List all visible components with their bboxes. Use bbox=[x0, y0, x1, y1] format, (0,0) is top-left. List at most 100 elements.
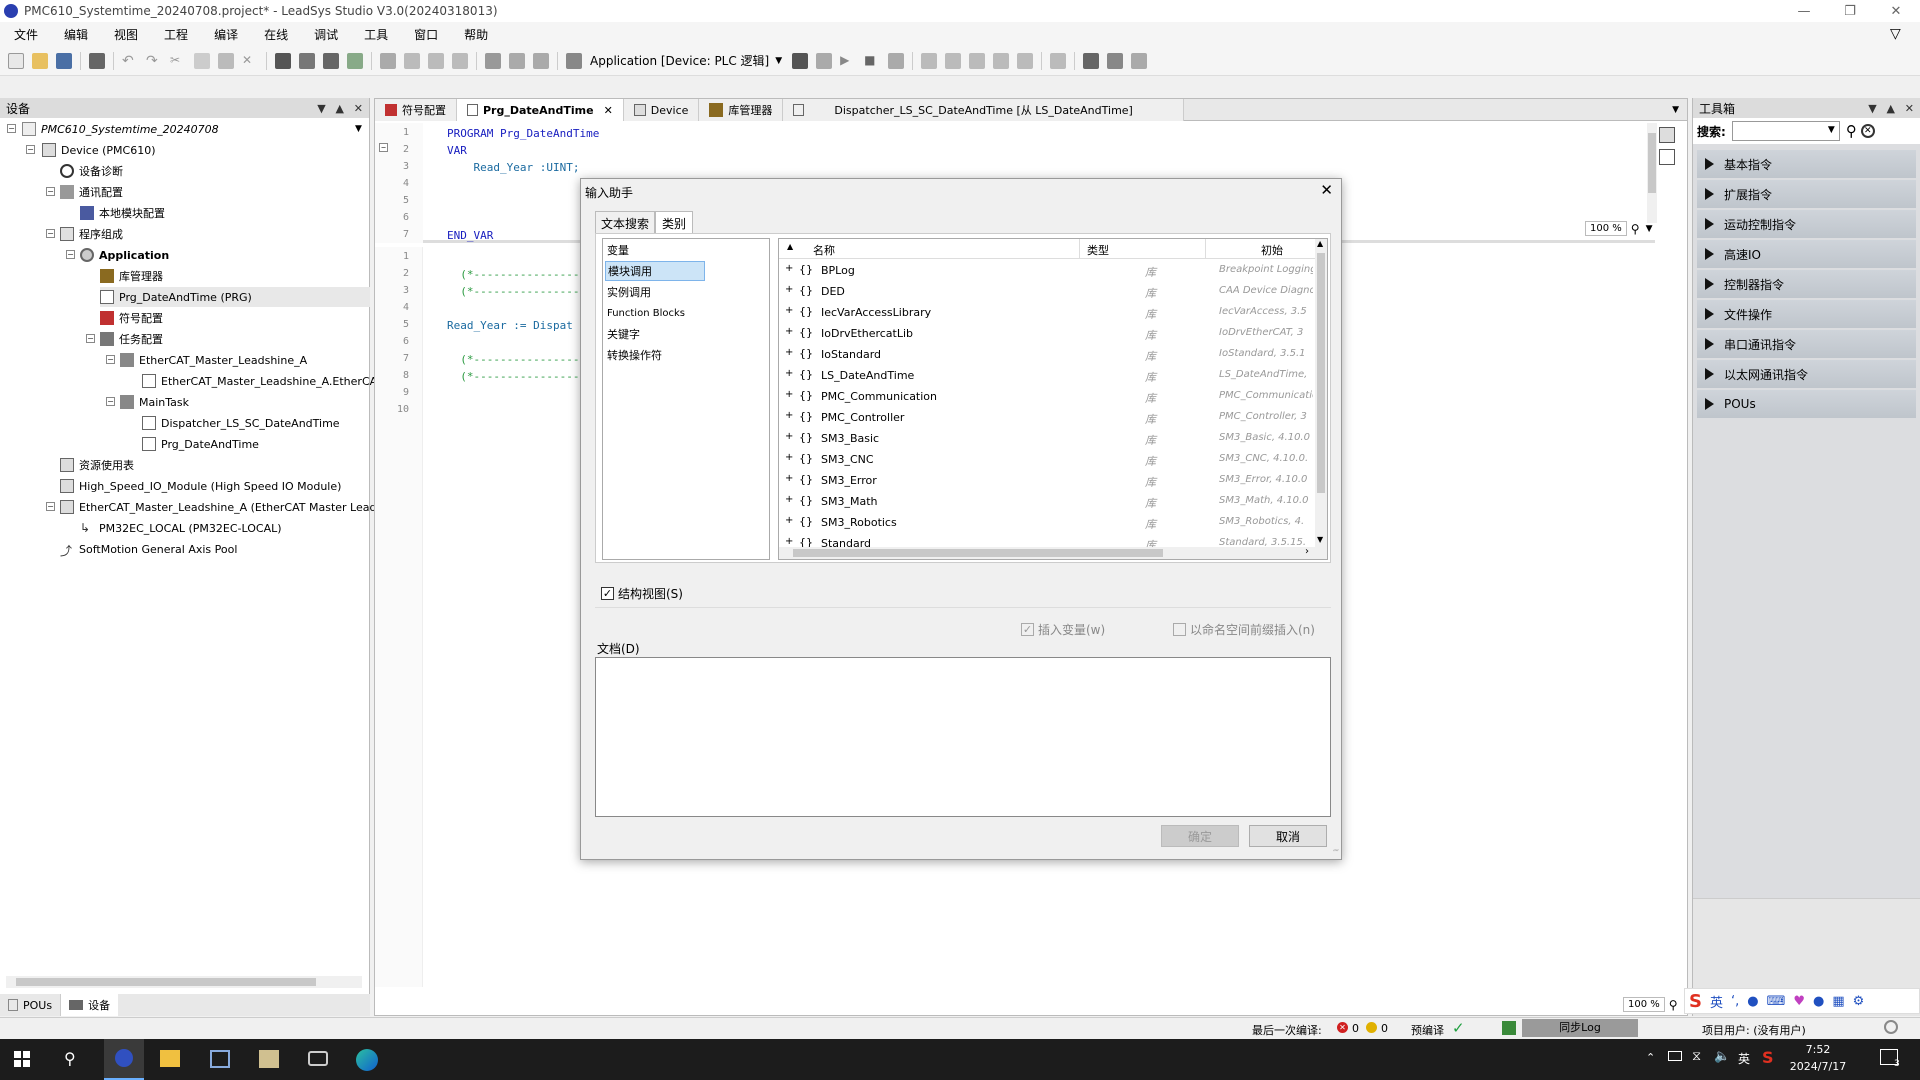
search-input[interactable]: ▼ bbox=[1731, 121, 1840, 141]
table-row[interactable]: + {} SM3_Basic 库 SM3_Basic, 4.10.0 bbox=[779, 428, 1315, 449]
panel-menu-icon[interactable]: ▼ bbox=[1868, 102, 1876, 115]
horizontal-scrollbar[interactable] bbox=[6, 976, 362, 988]
taskbar-camera-icon[interactable] bbox=[308, 1051, 328, 1066]
close-window-button[interactable]: ✕ bbox=[1873, 0, 1919, 22]
run-icon[interactable]: ▶ bbox=[840, 53, 856, 69]
battery-icon[interactable] bbox=[1668, 1051, 1682, 1061]
decl-view-icon[interactable] bbox=[1659, 127, 1675, 143]
window-icon[interactable] bbox=[485, 52, 501, 69]
edge-browser-icon[interactable] bbox=[356, 1049, 378, 1071]
resize-grip-icon[interactable]: ⁗ bbox=[1333, 849, 1339, 859]
expand-plus-icon[interactable]: + bbox=[785, 452, 793, 463]
expand-plus-icon[interactable]: + bbox=[785, 410, 793, 421]
bookmark-icon[interactable] bbox=[380, 52, 396, 69]
tab-device[interactable]: Device bbox=[623, 99, 700, 121]
unforce-icon[interactable] bbox=[1107, 52, 1124, 69]
pin-icon[interactable]: ▲ bbox=[335, 102, 343, 115]
expand-toggle[interactable]: − bbox=[106, 355, 115, 364]
tab-devices[interactable]: 设备 bbox=[61, 994, 119, 1016]
tree-item-diagnostics[interactable]: 设备诊断 bbox=[60, 161, 123, 181]
tree-item-ethercat-call[interactable]: EtherCAT_Master_Leadshine_A.EtherCAT_ bbox=[142, 371, 389, 391]
undo-icon[interactable]: ↶ bbox=[122, 53, 138, 69]
tab-text-search[interactable]: 文本搜索 bbox=[595, 211, 656, 235]
code-line[interactable]: VAR bbox=[447, 144, 467, 161]
code-line[interactable]: Read_Year := Dispat bbox=[447, 319, 573, 336]
tree-item-application[interactable]: Application bbox=[80, 245, 169, 265]
wifi-icon[interactable]: ⧖ bbox=[1692, 1049, 1701, 1064]
replace-in-files-icon[interactable] bbox=[347, 52, 363, 69]
taskbar-leadsys[interactable] bbox=[104, 1039, 144, 1080]
active-application-selector[interactable]: Application [Device: PLC 逻辑] bbox=[590, 52, 769, 69]
panel-close-icon[interactable]: ✕ bbox=[1905, 102, 1914, 115]
taskbar-notepad-icon[interactable] bbox=[259, 1050, 279, 1068]
expand-plus-icon[interactable]: + bbox=[785, 347, 793, 358]
table-row[interactable]: + {} LS_DateAndTime 库 LS_DateAndTime, bbox=[779, 365, 1315, 386]
tree-item-maintask[interactable]: MainTask bbox=[120, 392, 189, 412]
tree-item-local-module[interactable]: 本地模块配置 bbox=[80, 203, 165, 223]
category-item[interactable]: Function Blocks bbox=[607, 303, 685, 323]
table-row[interactable]: + {} PMC_Controller 库 PMC_Controller, 3 bbox=[779, 407, 1315, 428]
replace-icon[interactable] bbox=[299, 52, 315, 69]
expand-toggle[interactable]: − bbox=[46, 229, 55, 238]
zoom-value[interactable]: 100 % bbox=[1623, 997, 1665, 1012]
table-row[interactable]: + {} IecVarAccessLibrary 库 IecVarAccess, 3.5 bbox=[779, 302, 1315, 323]
expand-plus-icon[interactable]: + bbox=[785, 305, 793, 316]
expand-plus-icon[interactable]: + bbox=[785, 431, 793, 442]
tab-close-icon[interactable]: ✕ bbox=[604, 104, 613, 117]
print-icon[interactable] bbox=[89, 52, 105, 69]
toolbox-item-controller[interactable]: 控制器指令 bbox=[1697, 270, 1916, 298]
sogou-tray-icon[interactable]: S bbox=[1762, 1048, 1774, 1067]
layout-icon[interactable] bbox=[509, 52, 525, 69]
panel-close-icon[interactable]: ✕ bbox=[354, 102, 363, 115]
expand-toggle[interactable]: − bbox=[86, 334, 95, 343]
structured-view-checkbox[interactable]: ✓ bbox=[601, 587, 614, 600]
copy-icon[interactable] bbox=[194, 52, 210, 69]
filter-icon[interactable]: ▽ bbox=[1890, 26, 1901, 42]
expand-toggle[interactable]: − bbox=[7, 124, 16, 133]
clock-time[interactable]: 7:52 bbox=[1788, 1043, 1848, 1056]
step-into-icon[interactable] bbox=[945, 52, 962, 69]
expand-toggle[interactable]: − bbox=[46, 502, 55, 511]
delete-icon[interactable]: ✕ bbox=[242, 53, 258, 69]
properties-icon[interactable] bbox=[533, 52, 549, 69]
tab-prg-datetime[interactable]: Prg_DateAndTime ✕ bbox=[457, 99, 624, 121]
tree-item-prg-datetime[interactable]: Prg_DateAndTime (PRG) bbox=[100, 287, 370, 307]
search-icon[interactable]: ⚲ bbox=[64, 1049, 76, 1068]
tab-category[interactable]: 类别 bbox=[655, 211, 694, 235]
tree-item-program[interactable]: 程序组成 bbox=[60, 224, 123, 244]
force-values-icon[interactable] bbox=[1083, 52, 1100, 69]
table-row[interactable]: + {} IoDrvEthercatLib 库 IoDrvEtherCAT, 3 bbox=[779, 323, 1315, 344]
tab-dispatcher[interactable]: Dispatcher_LS_SC_DateAndTime [从 LS_DateA… bbox=[783, 99, 1184, 121]
tree-item-comm-config[interactable]: 通讯配置 bbox=[60, 182, 123, 202]
expand-toggle[interactable]: − bbox=[46, 187, 55, 196]
tree-item-project[interactable]: PMC610_Systemtime_20240708 bbox=[22, 119, 219, 139]
documentation-area[interactable] bbox=[595, 657, 1331, 817]
find-in-files-icon[interactable] bbox=[323, 52, 339, 69]
code-line[interactable]: END_VAR bbox=[447, 229, 493, 246]
expand-toggle[interactable]: − bbox=[66, 250, 75, 259]
taskbar-app-icon[interactable] bbox=[210, 1050, 230, 1068]
chevron-down-icon[interactable]: ▼ bbox=[775, 56, 782, 66]
table-view-icon[interactable] bbox=[1659, 149, 1675, 165]
tree-item-task-config[interactable]: 任务配置 bbox=[100, 329, 163, 349]
tree-item-ethercat-task[interactable]: EtherCAT_Master_Leadshine_A bbox=[120, 350, 307, 370]
build-icon[interactable] bbox=[566, 52, 582, 69]
table-row[interactable]: + {} DED 库 CAA Device Diagno bbox=[779, 281, 1315, 302]
column-init[interactable]: 初始 bbox=[1261, 242, 1283, 258]
volume-icon[interactable]: 🔈 bbox=[1714, 1049, 1730, 1064]
maximize-button[interactable]: ❐ bbox=[1827, 0, 1873, 22]
tab-pous[interactable]: POUs bbox=[0, 994, 62, 1016]
scrollbar-thumb[interactable] bbox=[793, 549, 1163, 557]
table-row[interactable]: + {} IoStandard 库 IoStandard, 3.5.1 bbox=[779, 344, 1315, 365]
keyboard-icon[interactable]: ⌨ bbox=[1767, 994, 1786, 1009]
sync-log-button[interactable]: 同步Log bbox=[1522, 1019, 1638, 1037]
pin-icon[interactable]: ▲ bbox=[1886, 102, 1894, 115]
chevron-down-icon[interactable]: ▼ bbox=[1828, 125, 1835, 135]
toolbox-item-pous[interactable]: POUs bbox=[1697, 390, 1916, 418]
zoom-value[interactable]: 100 % bbox=[1585, 221, 1627, 236]
bookmark-next-icon[interactable] bbox=[404, 52, 420, 69]
toolbox-item-serial[interactable]: 串口通讯指令 bbox=[1697, 330, 1916, 358]
sogou-logo-icon[interactable]: S bbox=[1689, 991, 1702, 1012]
expand-plus-icon[interactable]: + bbox=[785, 326, 793, 337]
tree-item-prg-call[interactable]: Prg_DateAndTime bbox=[142, 434, 259, 454]
